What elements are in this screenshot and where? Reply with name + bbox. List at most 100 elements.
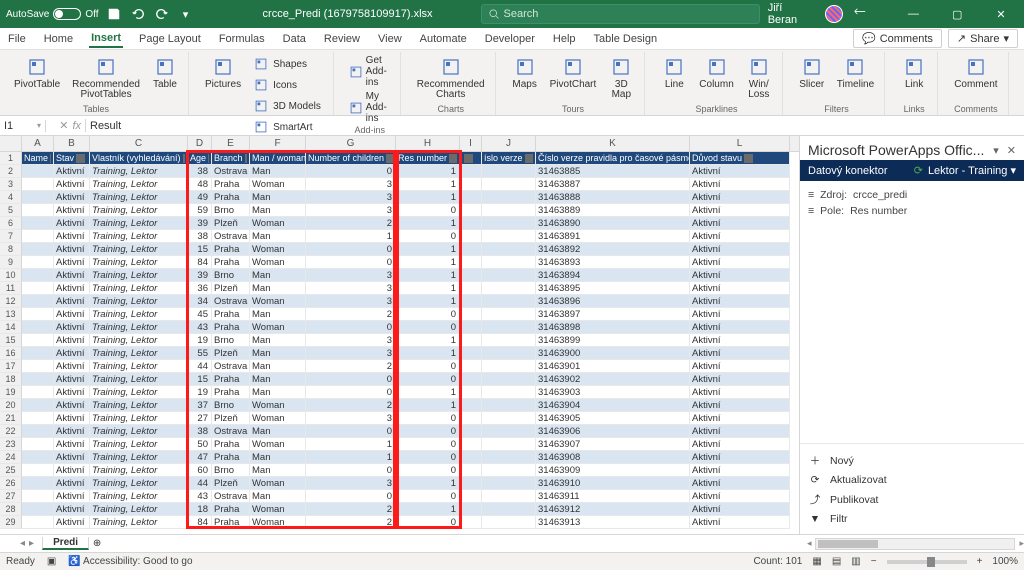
formula-input[interactable]: Result [86,120,1024,132]
filename-label[interactable]: crcce_Predi (1679758109917).xlsx [263,8,433,20]
table-cell[interactable]: 31463902 [536,373,690,386]
table-cell[interactable]: Aktivní [690,477,790,490]
fx-icon[interactable]: fx [72,120,81,132]
table-cell[interactable] [482,295,536,308]
table-cell[interactable]: 39 [188,269,212,282]
table-cell[interactable] [460,399,482,412]
table-cell[interactable]: Woman [250,412,306,425]
zoom-slider[interactable] [887,560,967,564]
table-cell[interactable]: 38 [188,165,212,178]
tab-formulas[interactable]: Formulas [217,31,267,47]
table-cell[interactable]: 0 [396,321,460,334]
table-cell[interactable]: 31463895 [536,282,690,295]
table-cell[interactable] [22,230,54,243]
ribbon-link-button[interactable]: Link [897,54,931,92]
autosave-toggle[interactable]: AutoSave Off [6,8,99,20]
table-cell[interactable]: Man [250,308,306,321]
sheet-tab-predi[interactable]: Predi [42,537,89,550]
table-cell[interactable]: Man [250,204,306,217]
table-cell[interactable]: 45 [188,308,212,321]
table-cell[interactable] [22,451,54,464]
table-cell[interactable]: 31463891 [536,230,690,243]
tab-developer[interactable]: Developer [483,31,537,47]
table-cell[interactable] [460,425,482,438]
table-cell[interactable] [460,230,482,243]
table-cell[interactable] [482,412,536,425]
table-cell[interactable]: Brno [212,464,250,477]
column-header[interactable]: L [690,136,790,151]
table-cell[interactable]: 38 [188,230,212,243]
ribbon-timeline-button[interactable]: Timeline [833,54,878,92]
table-cell[interactable] [460,178,482,191]
table-cell[interactable]: Aktivní [54,178,90,191]
filter-dropdown-icon[interactable] [464,154,473,163]
table-cell[interactable]: 49 [188,191,212,204]
table-cell[interactable] [460,490,482,503]
ribbon-recommended-pivot-button[interactable]: Recommended PivotTables [68,54,144,102]
row-header[interactable]: 7 [0,230,22,243]
table-cell[interactable]: Man [250,451,306,464]
row-header[interactable]: 21 [0,412,22,425]
ribbon-icons-button[interactable]: Icons [249,75,327,95]
panel-action-plus[interactable]: ＋Nový [808,450,1016,471]
table-cell[interactable] [22,165,54,178]
table-cell[interactable]: Man [250,386,306,399]
table-cell[interactable]: Woman [250,516,306,529]
table-cell[interactable]: Ostrava [212,425,250,438]
table-cell[interactable]: Aktivní [54,425,90,438]
row-header[interactable]: 14 [0,321,22,334]
table-cell[interactable]: 3 [306,269,396,282]
table-cell[interactable] [22,373,54,386]
table-cell[interactable]: Brno [212,269,250,282]
table-cell[interactable]: Brno [212,399,250,412]
undo-icon[interactable] [129,5,147,23]
table-cell[interactable] [482,269,536,282]
table-cell[interactable] [482,464,536,477]
maximize-icon[interactable]: ▢ [940,8,974,21]
table-cell[interactable]: 3 [306,334,396,347]
table-cell[interactable]: 47 [188,451,212,464]
table-cell[interactable]: Man [250,230,306,243]
table-cell[interactable]: 31463904 [536,399,690,412]
zoom-out-icon[interactable]: − [871,556,877,567]
row-header[interactable]: 9 [0,256,22,269]
table-cell[interactable]: 1 [396,477,460,490]
row-header[interactable]: 13 [0,308,22,321]
ribbon-text-button[interactable]: Text [1021,54,1024,92]
table-cell[interactable]: Aktivní [54,360,90,373]
table-cell[interactable]: Aktivní [54,165,90,178]
table-column-header[interactable]: Vlastník (vyhledávání) [90,152,188,165]
table-cell[interactable] [460,204,482,217]
table-cell[interactable]: Aktivní [690,256,790,269]
ribbon-3dmodels-button[interactable]: 3D Models [249,96,327,116]
table-column-header[interactable] [460,152,482,165]
table-cell[interactable]: 34 [188,295,212,308]
tab-review[interactable]: Review [322,31,362,47]
table-cell[interactable]: 44 [188,477,212,490]
macro-record-icon[interactable]: ▣ [47,556,56,567]
table-cell[interactable] [460,256,482,269]
table-cell[interactable]: 0 [396,412,460,425]
table-cell[interactable]: 31463911 [536,490,690,503]
table-cell[interactable]: Aktivní [690,230,790,243]
table-cell[interactable] [460,451,482,464]
table-column-header[interactable]: Number of children [306,152,396,165]
row-header[interactable]: 19 [0,386,22,399]
table-cell[interactable]: Training, Lektor [90,191,188,204]
table-cell[interactable]: 0 [396,360,460,373]
table-cell[interactable]: Aktivní [54,373,90,386]
row-header[interactable]: 28 [0,503,22,516]
column-header[interactable]: E [212,136,250,151]
table-cell[interactable] [482,321,536,334]
table-cell[interactable]: 0 [396,490,460,503]
table-cell[interactable]: 31463892 [536,243,690,256]
table-cell[interactable]: 31463905 [536,412,690,425]
view-normal-icon[interactable]: ▦ [812,556,821,567]
table-cell[interactable]: 31463899 [536,334,690,347]
table-cell[interactable]: Training, Lektor [90,516,188,529]
table-cell[interactable] [482,490,536,503]
table-cell[interactable] [460,438,482,451]
table-cell[interactable] [460,360,482,373]
table-cell[interactable]: Brno [212,334,250,347]
table-cell[interactable]: 0 [306,386,396,399]
